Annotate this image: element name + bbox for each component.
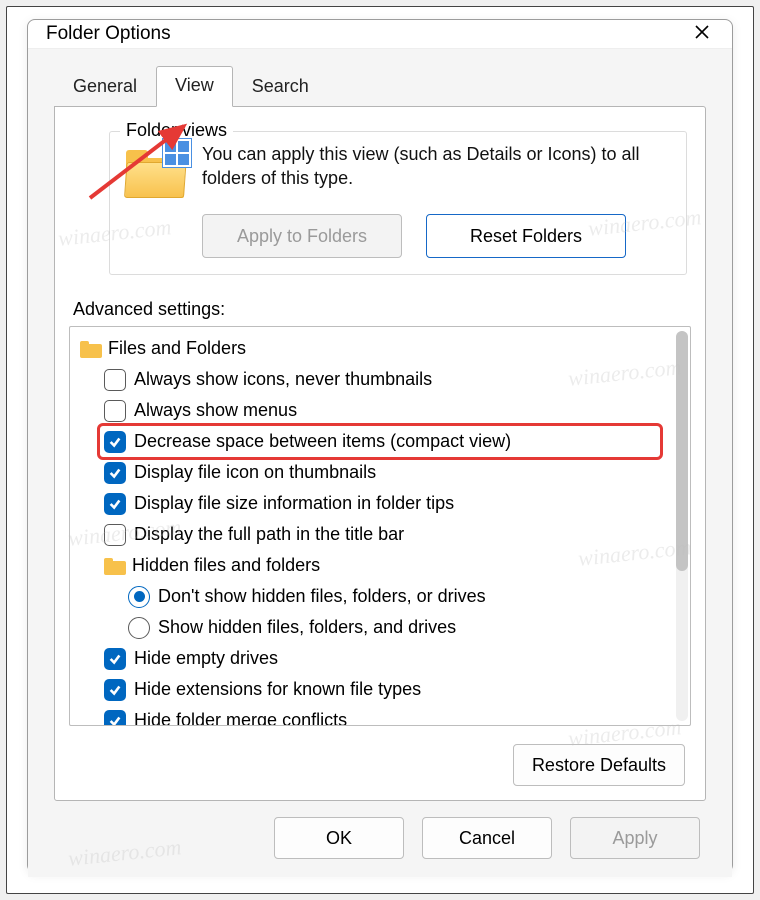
folder-icon — [104, 557, 126, 575]
window-title: Folder Options — [46, 23, 171, 45]
checkbox[interactable] — [104, 400, 126, 422]
advanced-item[interactable]: Decrease space between items (compact vi… — [76, 426, 668, 457]
advanced-item[interactable]: Don't show hidden files, folders, or dri… — [76, 581, 668, 612]
advanced-item-label: Files and Folders — [108, 338, 246, 359]
advanced-item: Hidden files and folders — [76, 550, 668, 581]
advanced-item[interactable]: Display file icon on thumbnails — [76, 457, 668, 488]
tab-page-view: Folder views You can apply this view (su… — [54, 106, 706, 801]
folder-icon — [80, 340, 102, 358]
reset-folders-button[interactable]: Reset Folders — [426, 214, 626, 258]
advanced-item[interactable]: Always show icons, never thumbnails — [76, 364, 668, 395]
advanced-item[interactable]: Show hidden files, folders, and drives — [76, 612, 668, 643]
advanced-item-label: Display the full path in the title bar — [134, 524, 404, 545]
advanced-settings-listbox[interactable]: Files and Folders Always show icons, neve… — [69, 326, 691, 726]
folder-views-group: Folder views You can apply this view (su… — [109, 131, 687, 275]
checkbox[interactable] — [104, 710, 126, 726]
checkbox[interactable] — [104, 524, 126, 546]
advanced-item[interactable]: Display the full path in the title bar — [76, 519, 668, 550]
advanced-item-label: Don't show hidden files, folders, or dri… — [158, 586, 486, 607]
checkbox[interactable] — [104, 648, 126, 670]
checkbox[interactable] — [104, 679, 126, 701]
close-icon — [694, 24, 710, 45]
checkbox[interactable] — [104, 431, 126, 453]
advanced-item-label: Hide extensions for known file types — [134, 679, 421, 700]
advanced-item[interactable]: Hide extensions for known file types — [76, 674, 668, 705]
advanced-item-label: Hidden files and folders — [132, 555, 320, 576]
advanced-item: Files and Folders — [76, 333, 668, 364]
dialog-action-row: OK Cancel Apply — [54, 817, 706, 859]
dialog-body: General View Search Folder views You can… — [28, 48, 732, 877]
screenshot-frame: Folder Options General View Search Folde… — [6, 6, 754, 894]
advanced-item-label: Display file size information in folder … — [134, 493, 454, 514]
advanced-item-label: Show hidden files, folders, and drives — [158, 617, 456, 638]
checkbox[interactable] — [104, 493, 126, 515]
scrollbar-thumb[interactable] — [676, 331, 688, 571]
folder-options-dialog: Folder Options General View Search Folde… — [27, 19, 733, 873]
restore-defaults-button[interactable]: Restore Defaults — [513, 744, 685, 786]
advanced-item-label: Hide folder merge conflicts — [134, 710, 347, 725]
advanced-item-label: Display file icon on thumbnails — [134, 462, 376, 483]
advanced-item-label: Always show menus — [134, 400, 297, 421]
tab-search[interactable]: Search — [233, 67, 328, 107]
tabstrip: General View Search — [54, 65, 706, 106]
apply-button: Apply — [570, 817, 700, 859]
advanced-settings-label: Advanced settings: — [73, 299, 691, 320]
ok-button[interactable]: OK — [274, 817, 404, 859]
radio[interactable] — [128, 617, 150, 639]
advanced-settings-viewport: Files and Folders Always show icons, neve… — [70, 327, 672, 725]
checkbox[interactable] — [104, 462, 126, 484]
folder-views-icon — [124, 142, 188, 198]
cancel-button[interactable]: Cancel — [422, 817, 552, 859]
tab-view[interactable]: View — [156, 66, 233, 107]
checkbox[interactable] — [104, 369, 126, 391]
advanced-item-label: Decrease space between items (compact vi… — [134, 431, 511, 452]
apply-to-folders-button: Apply to Folders — [202, 214, 402, 258]
advanced-settings-tree: Files and Folders Always show icons, neve… — [76, 333, 668, 725]
advanced-item-label: Always show icons, never thumbnails — [134, 369, 432, 390]
close-button[interactable] — [688, 20, 716, 48]
advanced-item[interactable]: Hide folder merge conflicts — [76, 705, 668, 725]
advanced-item-label: Hide empty drives — [134, 648, 278, 669]
advanced-item[interactable]: Display file size information in folder … — [76, 488, 668, 519]
radio[interactable] — [128, 586, 150, 608]
titlebar: Folder Options — [28, 20, 732, 48]
folder-views-description: You can apply this view (such as Details… — [202, 142, 672, 191]
tab-general[interactable]: General — [54, 67, 156, 107]
advanced-item[interactable]: Always show menus — [76, 395, 668, 426]
advanced-item[interactable]: Hide empty drives — [76, 643, 668, 674]
